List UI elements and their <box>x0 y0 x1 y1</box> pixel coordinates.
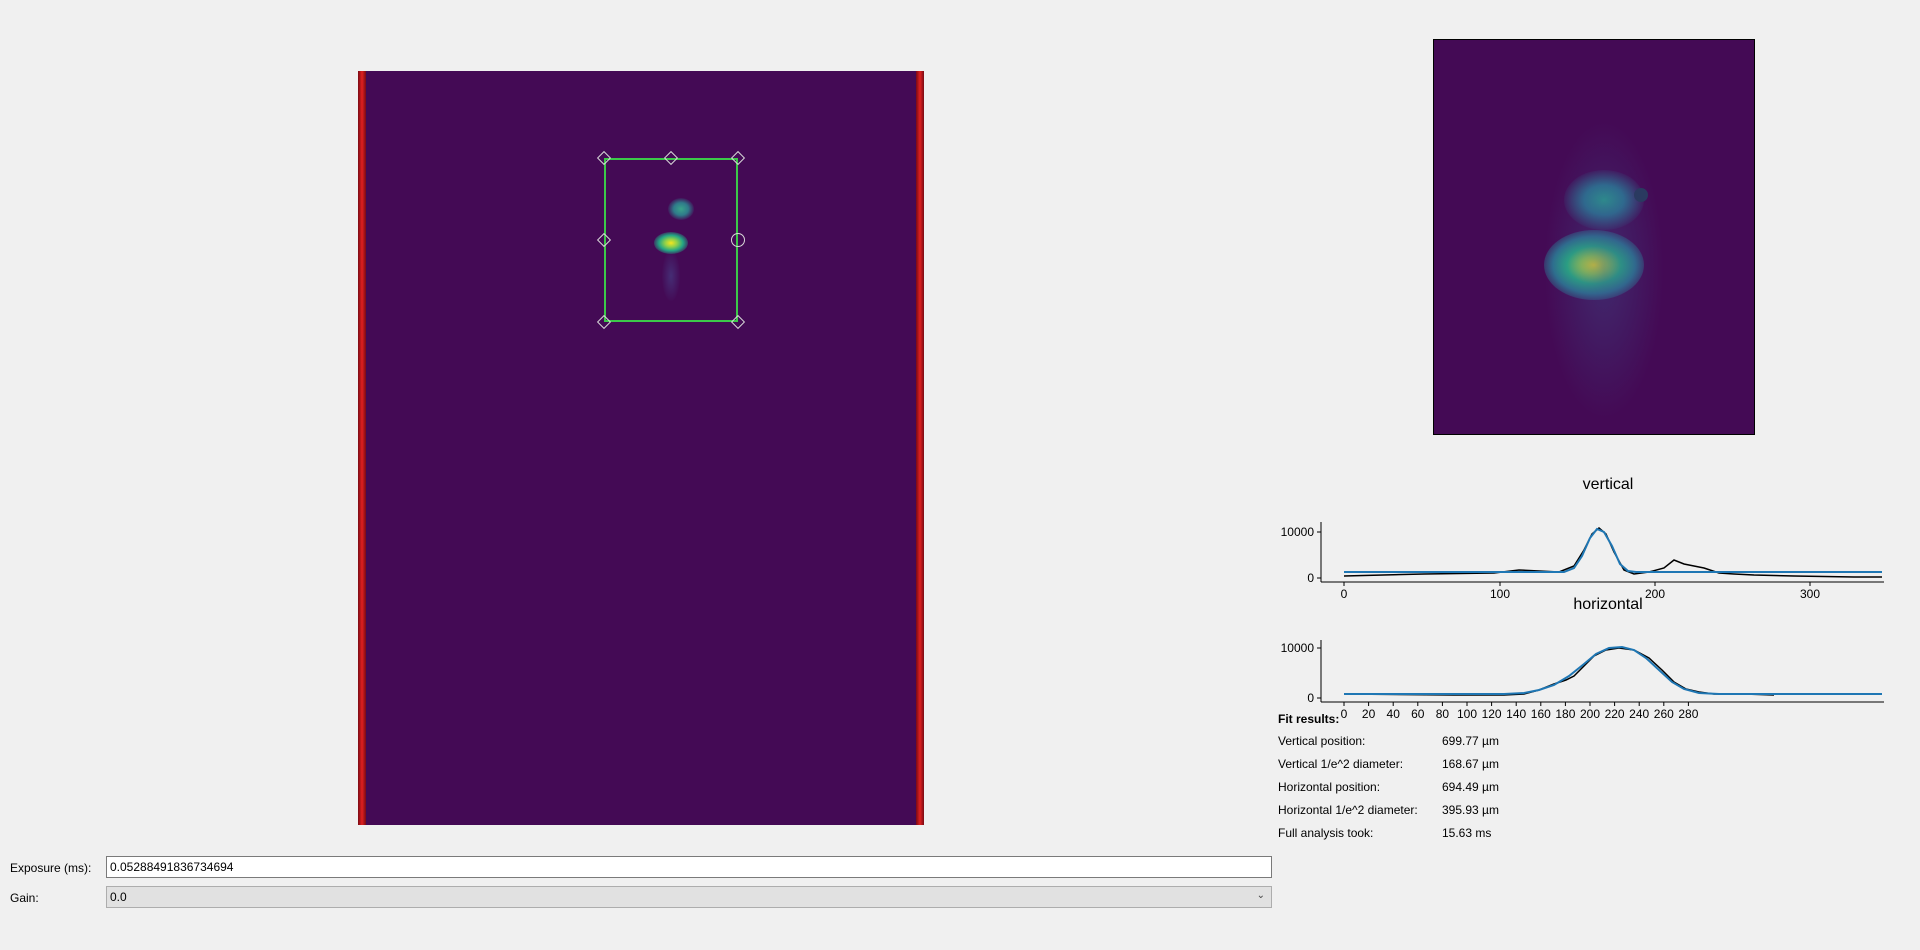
gain-value: 0.0 <box>110 890 127 904</box>
gain-select[interactable]: 0.0 ⌄ <box>106 886 1272 908</box>
fit-value: 699.77 µm <box>1442 734 1499 748</box>
fit-label: Vertical position: <box>1278 734 1366 748</box>
vertical-profile-plot: vertical 10000 0 0 100 200 300 <box>1274 476 1894 604</box>
roi-rectangle[interactable] <box>604 158 738 322</box>
fit-value: 395.93 µm <box>1442 803 1499 817</box>
chevron-down-icon: ⌄ <box>1256 890 1265 901</box>
fit-label: Horizontal position: <box>1278 780 1381 794</box>
gain-control: Gain: 0.0 ⌄ <box>10 886 1290 908</box>
horizontal-profile-plot: horizontal 10000 0 0 20 40 60 80 100 120 140 160… <box>1274 596 1894 724</box>
fit-results-heading: Fit results: <box>1278 712 1340 726</box>
camera-image-view[interactable] <box>358 71 924 825</box>
zoom-glow <box>1544 120 1664 420</box>
vertical-data-curve <box>1343 527 1882 578</box>
exposure-label: Exposure (ms): <box>10 861 92 875</box>
y-tick-0: 0 <box>1307 691 1314 705</box>
fit-row-horizontal-diameter: Horizontal 1/e^2 diameter: 395.93 µm <box>1278 803 1499 826</box>
roi-zoom-view <box>1433 39 1755 435</box>
fit-row-vertical-diameter: Vertical 1/e^2 diameter: 168.67 µm <box>1278 757 1499 780</box>
vertical-plot-svg: 10000 0 0 100 200 300 <box>1281 522 1884 601</box>
horizontal-plot-title: horizontal <box>1573 596 1643 613</box>
fit-row-vertical-position: Vertical position: 699.77 µm <box>1278 734 1499 757</box>
fit-label: Full analysis took: <box>1278 826 1374 840</box>
x-tick-180: 180 <box>1555 707 1575 721</box>
x-tick-280: 280 <box>1678 707 1698 721</box>
y-tick-10000: 10000 <box>1281 641 1315 655</box>
fit-value: 694.49 µm <box>1442 780 1499 794</box>
fit-results-panel: Fit results: Vertical position: 699.77 µ… <box>1278 712 1499 849</box>
exposure-input[interactable] <box>106 856 1272 878</box>
fit-label: Horizontal 1/e^2 diameter: <box>1278 803 1418 817</box>
x-tick-140: 140 <box>1506 707 1526 721</box>
horizontal-fit-curve <box>1344 645 1882 695</box>
fit-row-analysis-time: Full analysis took: 15.63 ms <box>1278 826 1499 849</box>
right-edge-saturation <box>916 71 924 825</box>
horizontal-data-curve <box>1343 647 1775 696</box>
fit-value: 15.63 ms <box>1442 826 1492 840</box>
y-tick-10000: 10000 <box>1281 525 1315 539</box>
left-edge-saturation <box>358 71 366 825</box>
exposure-control: Exposure (ms): <box>10 856 1290 878</box>
horizontal-plot-svg: 10000 0 0 20 40 60 80 100 120 140 160 180 200 220 24… <box>1281 640 1884 721</box>
fit-value: 168.67 µm <box>1442 757 1499 771</box>
x-tick-200: 200 <box>1580 707 1600 721</box>
fit-row-horizontal-position: Horizontal position: 694.49 µm <box>1278 780 1499 803</box>
x-tick-260: 260 <box>1654 707 1674 721</box>
fit-label: Vertical 1/e^2 diameter: <box>1278 757 1404 771</box>
zoom-dark-spot <box>1634 188 1648 202</box>
roi-rotate-handle[interactable] <box>731 233 745 247</box>
y-tick-0: 0 <box>1307 571 1314 585</box>
x-tick-240: 240 <box>1629 707 1649 721</box>
vertical-plot-title: vertical <box>1582 476 1634 493</box>
vertical-fit-curve <box>1344 527 1882 573</box>
gain-label: Gain: <box>10 891 39 905</box>
x-tick-160: 160 <box>1531 707 1551 721</box>
x-tick-220: 220 <box>1605 707 1625 721</box>
